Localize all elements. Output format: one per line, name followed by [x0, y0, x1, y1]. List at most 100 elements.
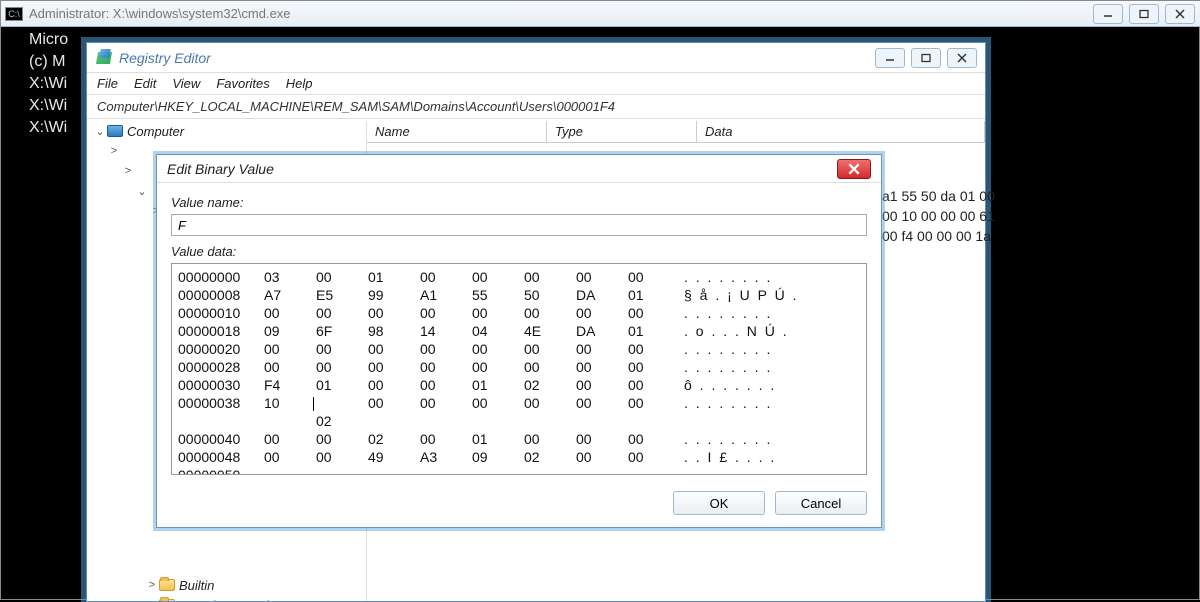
hex-byte[interactable]: 00 [264, 340, 316, 358]
hex-byte[interactable]: 00 [472, 340, 524, 358]
hex-byte[interactable]: 00 [576, 340, 628, 358]
hex-byte[interactable]: 00 [420, 268, 472, 286]
hex-byte[interactable] [472, 466, 524, 475]
hex-row[interactable]: 000000280000000000000000. . . . . . . . [178, 358, 860, 376]
ok-button[interactable]: OK [673, 491, 765, 515]
hex-byte[interactable]: DA [576, 286, 628, 304]
hex-byte[interactable] [420, 466, 472, 475]
hex-byte[interactable]: 4E [524, 322, 576, 340]
hex-bytes[interactable]: 000049A309020000 [264, 448, 684, 466]
hex-byte[interactable]: 00 [628, 304, 680, 322]
value-name-input[interactable] [171, 214, 867, 236]
hex-byte[interactable]: 00 [576, 376, 628, 394]
dialog-close-button[interactable] [837, 159, 871, 179]
hex-byte[interactable]: 00 [576, 268, 628, 286]
hex-byte[interactable]: 55 [472, 286, 524, 304]
regedit-minimize-button[interactable] [875, 48, 905, 68]
regedit-address-bar[interactable]: Computer\HKEY_LOCAL_MACHINE\REM_SAM\SAM\… [87, 95, 985, 119]
list-col-data[interactable]: Data [697, 121, 985, 142]
hex-byte[interactable]: 00 [524, 394, 576, 430]
list-col-name[interactable]: Name [367, 121, 547, 142]
hex-row[interactable]: 00000008A7E599A15550DA01§ å . ¡ U P Ú . [178, 286, 860, 304]
hex-byte[interactable]: 02 [368, 430, 420, 448]
tree-row[interactable]: >Builtin [87, 575, 366, 595]
dialog-titlebar[interactable]: Edit Binary Value [157, 155, 881, 183]
hex-byte[interactable]: 00 [316, 358, 368, 376]
hex-byte[interactable]: E5 [316, 286, 368, 304]
cmd-maximize-button[interactable] [1129, 4, 1159, 24]
hex-byte[interactable]: 02 [524, 376, 576, 394]
hex-byte[interactable]: 49 [368, 448, 420, 466]
hex-byte[interactable]: 00 [472, 358, 524, 376]
hex-byte[interactable]: 00 [420, 376, 472, 394]
cmd-titlebar[interactable]: C:\ Administrator: X:\windows\system32\c… [1, 1, 1200, 27]
hex-byte[interactable]: 00 [524, 268, 576, 286]
hex-byte[interactable]: 00 [628, 268, 680, 286]
menu-file[interactable]: File [97, 76, 118, 91]
tree-expander-icon[interactable]: ⌄ [135, 185, 149, 198]
hex-bytes[interactable]: 096F9814044EDA01 [264, 322, 684, 340]
tree-row[interactable]: LastSkuUpgrade [87, 595, 366, 601]
hex-byte[interactable]: 02 [316, 394, 368, 430]
hex-row[interactable]: 00000030F401000001020000ô . . . . . . . [178, 376, 860, 394]
hex-byte[interactable]: 00 [368, 394, 420, 430]
hex-byte[interactable]: 00 [420, 358, 472, 376]
hex-bytes[interactable]: A7E599A15550DA01 [264, 286, 684, 304]
hex-bytes[interactable]: 0000000000000000 [264, 304, 684, 322]
regedit-maximize-button[interactable] [911, 48, 941, 68]
hex-byte[interactable]: 00 [316, 304, 368, 322]
hex-byte[interactable]: 00 [368, 304, 420, 322]
hex-byte[interactable]: A3 [420, 448, 472, 466]
hex-byte[interactable]: 04 [472, 322, 524, 340]
hex-byte[interactable]: 00 [628, 448, 680, 466]
hex-row[interactable]: 00000050 [178, 466, 860, 475]
hex-byte[interactable]: 01 [628, 286, 680, 304]
hex-byte[interactable]: 00 [420, 304, 472, 322]
hex-byte[interactable]: 00 [316, 430, 368, 448]
hex-byte[interactable]: 00 [524, 304, 576, 322]
hex-byte[interactable]: 00 [576, 430, 628, 448]
hex-bytes[interactable]: F401000001020000 [264, 376, 684, 394]
hex-byte[interactable]: 00 [472, 268, 524, 286]
hex-byte[interactable]: F4 [264, 376, 316, 394]
hex-byte[interactable]: 01 [472, 430, 524, 448]
hex-byte[interactable]: 00 [316, 448, 368, 466]
hex-byte[interactable]: 00 [628, 394, 680, 430]
hex-byte[interactable]: 00 [316, 268, 368, 286]
cmd-close-button[interactable] [1165, 4, 1195, 24]
hex-byte[interactable]: 00 [576, 358, 628, 376]
hex-byte[interactable] [524, 466, 576, 475]
hex-byte[interactable]: 00 [576, 304, 628, 322]
hex-byte[interactable]: 00 [628, 358, 680, 376]
hex-byte[interactable]: 00 [472, 394, 524, 430]
hex-byte[interactable]: 00 [628, 430, 680, 448]
tree-row[interactable]: ⌄Computer [87, 121, 366, 141]
tree-expander-icon[interactable]: > [107, 145, 121, 157]
tree-expander-icon[interactable]: > [121, 165, 135, 177]
menu-help[interactable]: Help [286, 76, 313, 91]
hex-byte[interactable]: 01 [368, 268, 420, 286]
hex-bytes[interactable] [264, 466, 684, 475]
hex-byte[interactable]: A1 [420, 286, 472, 304]
hex-row[interactable]: 000000100000000000000000. . . . . . . . [178, 304, 860, 322]
hex-byte[interactable] [576, 466, 628, 475]
hex-row[interactable]: 000000200000000000000000. . . . . . . . [178, 340, 860, 358]
hex-byte[interactable]: 50 [524, 286, 576, 304]
hex-byte[interactable]: 00 [264, 304, 316, 322]
regedit-titlebar[interactable]: Registry Editor [87, 43, 985, 73]
hex-byte[interactable]: 00 [576, 448, 628, 466]
hex-byte[interactable]: 00 [420, 394, 472, 430]
hex-bytes[interactable]: 0300010000000000 [264, 268, 684, 286]
hex-bytes[interactable]: 0000000000000000 [264, 358, 684, 376]
list-col-type[interactable]: Type [547, 121, 697, 142]
hex-bytes[interactable]: 1002000000000000 [264, 394, 684, 430]
hex-editor[interactable]: 000000000300010000000000. . . . . . . .0… [171, 263, 867, 475]
hex-row[interactable]: 000000381002000000000000. . . . . . . . [178, 394, 860, 430]
hex-byte[interactable]: 01 [472, 376, 524, 394]
hex-bytes[interactable]: 0000000000000000 [264, 340, 684, 358]
hex-row[interactable]: 000000400000020001000000. . . . . . . . [178, 430, 860, 448]
hex-byte[interactable]: 00 [420, 340, 472, 358]
regedit-close-button[interactable] [947, 48, 977, 68]
hex-byte[interactable]: 00 [524, 430, 576, 448]
hex-byte[interactable] [264, 466, 316, 475]
